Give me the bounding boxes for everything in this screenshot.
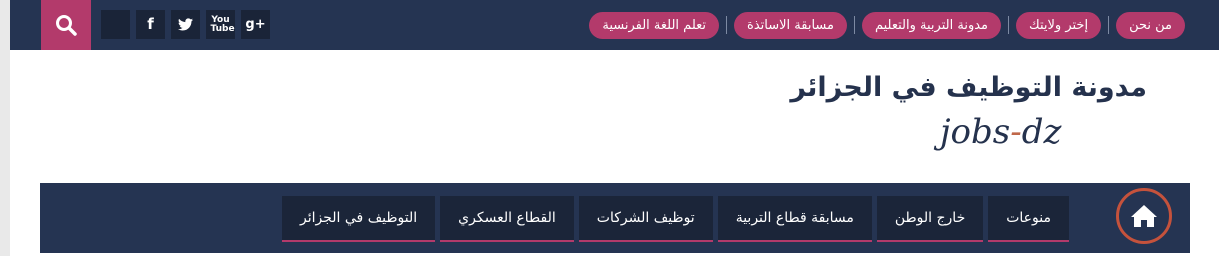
top-link-choose-province[interactable]: إختر ولايتك [1016, 11, 1102, 39]
blank-social-icon[interactable] [101, 10, 130, 39]
nav-item-education-contest[interactable]: مسابقة قطاع التربية [717, 196, 872, 242]
top-link-separator [726, 16, 728, 34]
top-link-separator [1008, 16, 1010, 34]
top-link-about-us[interactable]: من نحن [1116, 11, 1185, 39]
nav-item-abroad[interactable]: خارج الوطن [876, 196, 984, 242]
page: f You Tube g+ تعلم اللغة الفرنسية مسابقة… [10, 0, 1219, 256]
top-link-education-blog[interactable]: مدونة التربية والتعليم [861, 11, 1002, 39]
search-icon [56, 15, 77, 36]
top-bar: f You Tube g+ تعلم اللغة الفرنسية مسابقة… [10, 0, 1219, 50]
nav-item-misc[interactable]: منوعات [988, 196, 1069, 242]
top-link-teachers-contest[interactable]: مسابقة الاساتذة [734, 11, 847, 39]
facebook-icon[interactable]: f [136, 10, 165, 39]
twitter-icon[interactable] [171, 10, 200, 39]
top-link-separator [1108, 16, 1110, 34]
facebook-glyph: f [147, 15, 154, 33]
scrollbar[interactable] [1219, 0, 1225, 256]
top-link-learn-french[interactable]: تعلم اللغة الفرنسية [589, 11, 720, 39]
top-links: تعلم اللغة الفرنسية مسابقة الاساتذة مدون… [589, 11, 1185, 39]
site-logo[interactable]: مدونة التوظيف في الجزائر jobs-dz [790, 72, 1150, 164]
logo-subtitle-dash: - [1010, 112, 1022, 152]
home-icon [1131, 205, 1157, 227]
search-button[interactable] [41, 0, 91, 50]
logo-subtitle: jobs-dz [940, 112, 1061, 152]
nav-item-company-jobs[interactable]: توظيف الشركات [578, 196, 713, 242]
nav-item-military-sector[interactable]: القطاع العسكري [440, 196, 574, 242]
twitter-bird-glyph [178, 18, 193, 31]
google-plus-glyph: g+ [245, 17, 266, 32]
nav-item-employment-algeria[interactable]: التوظيف في الجزائر [282, 196, 436, 242]
youtube-glyph: You Tube [210, 14, 235, 34]
main-nav: التوظيف في الجزائر القطاع العسكري توظيف … [40, 183, 1190, 253]
top-link-separator [853, 16, 855, 34]
scrollbar-thumb[interactable] [1219, 30, 1225, 90]
nav-items: التوظيف في الجزائر القطاع العسكري توظيف … [282, 196, 1069, 242]
youtube-icon[interactable]: You Tube [206, 10, 235, 39]
logo-title: مدونة التوظيف في الجزائر [790, 72, 1147, 103]
logo-subtitle-suffix: dz [1021, 112, 1062, 152]
home-button[interactable] [1116, 188, 1172, 244]
google-plus-icon[interactable]: g+ [241, 10, 270, 39]
logo-subtitle-prefix: jobs [940, 112, 1011, 152]
